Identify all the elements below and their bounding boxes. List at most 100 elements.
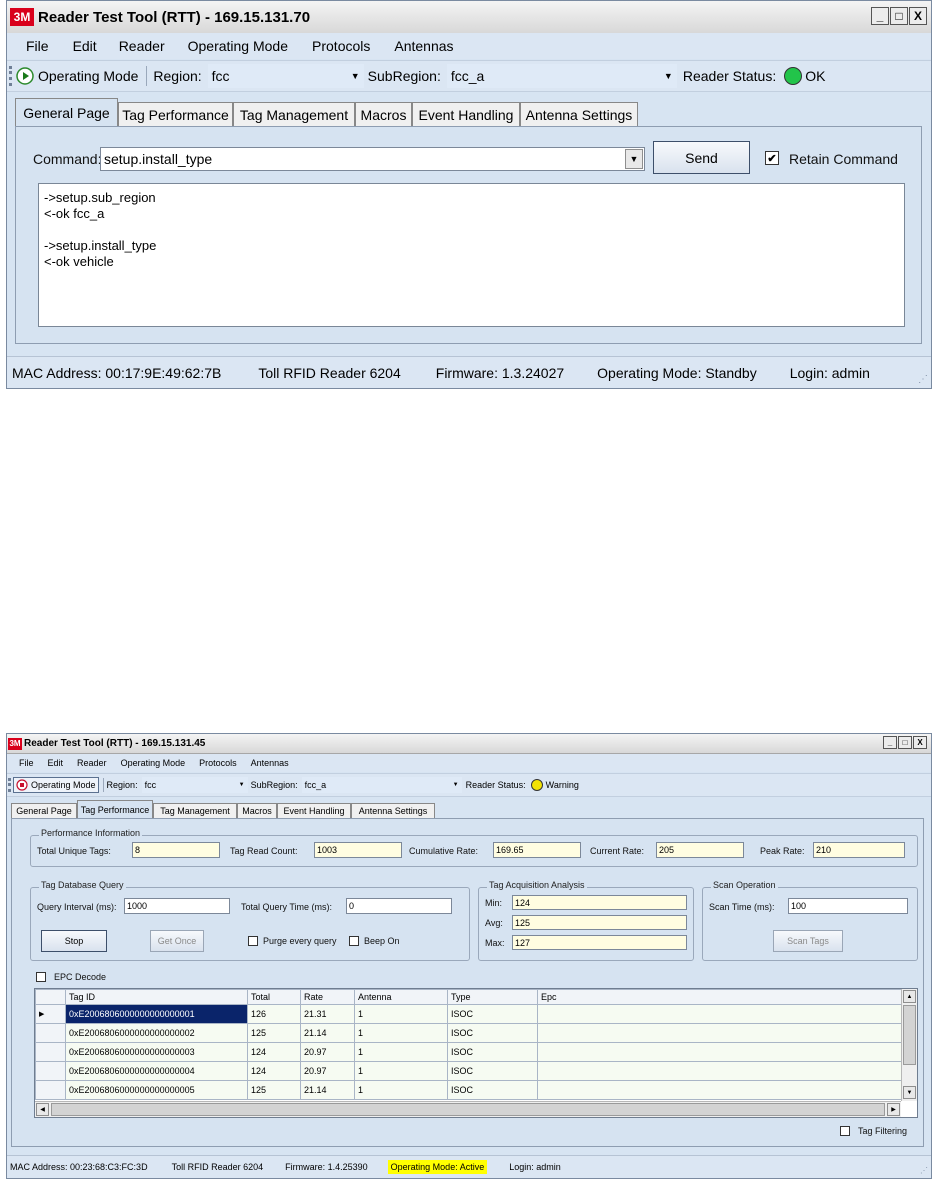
tab-macros[interactable]: Macros: [237, 803, 277, 818]
scroll-thumb[interactable]: [903, 1005, 916, 1065]
table-cell-epc[interactable]: [537, 1061, 902, 1081]
minimize-button[interactable]: _: [883, 736, 897, 749]
row-header[interactable]: [35, 1080, 66, 1100]
table-cell-antenna[interactable]: 1: [354, 1080, 448, 1100]
tab-tag-performance[interactable]: Tag Performance: [118, 102, 233, 126]
menu-protocols[interactable]: Protocols: [312, 38, 370, 54]
scroll-thumb[interactable]: [51, 1103, 885, 1116]
total-unique-tags-field[interactable]: 8: [132, 842, 220, 858]
scroll-down-icon[interactable]: ▼: [903, 1086, 916, 1099]
subregion-dropdown[interactable]: fcc_a ▼: [446, 64, 677, 88]
table-cell-type[interactable]: ISOC: [447, 1004, 538, 1024]
table-cell-antenna[interactable]: 1: [354, 1042, 448, 1062]
tab-antenna-settings[interactable]: Antenna Settings: [351, 803, 435, 818]
table-cell-total[interactable]: 126: [247, 1004, 301, 1024]
table-row[interactable]: ▶ 0xE2006806000000000000001 126 21.31 1 ISOC: [35, 1004, 902, 1024]
menu-reader[interactable]: Reader: [119, 38, 165, 54]
tab-event-handling[interactable]: Event Handling: [412, 102, 520, 126]
epc-decode-checkbox[interactable]: [36, 972, 46, 982]
title-bar[interactable]: 3M Reader Test Tool (RTT) - 169.15.131.4…: [7, 734, 931, 754]
tag-data-grid[interactable]: Tag ID Total Rate Antenna Type Epc ▶ 0xE2…: [34, 988, 918, 1118]
tag-filtering-checkbox[interactable]: [840, 1126, 850, 1136]
table-cell-total[interactable]: 124: [247, 1061, 301, 1081]
table-cell-type[interactable]: ISOC: [447, 1023, 538, 1043]
get-once-button[interactable]: Get Once: [150, 930, 204, 952]
table-cell-id[interactable]: 0xE2006806000000000000005: [65, 1080, 248, 1100]
scan-time-field[interactable]: 100: [788, 898, 908, 914]
table-cell-epc[interactable]: [537, 1004, 902, 1024]
table-cell-epc[interactable]: [537, 1080, 902, 1100]
table-cell-id[interactable]: 0xE2006806000000000000001: [65, 1004, 248, 1024]
retain-command-checkbox[interactable]: ✔: [765, 151, 779, 165]
menu-operating-mode[interactable]: Operating Mode: [121, 758, 186, 768]
beep-on-checkbox[interactable]: [349, 936, 359, 946]
tab-general-page[interactable]: General Page: [11, 803, 77, 818]
table-cell-type[interactable]: ISOC: [447, 1042, 538, 1062]
tab-tag-management[interactable]: Tag Management: [153, 803, 237, 818]
stop-button[interactable]: Stop: [41, 930, 107, 952]
table-cell-type[interactable]: ISOC: [447, 1080, 538, 1100]
table-cell-total[interactable]: 124: [247, 1042, 301, 1062]
menu-reader[interactable]: Reader: [77, 758, 107, 768]
tab-event-handling[interactable]: Event Handling: [277, 803, 351, 818]
row-header[interactable]: [35, 1042, 66, 1062]
column-header-rate[interactable]: Rate: [300, 989, 355, 1005]
scroll-left-icon[interactable]: ◀: [36, 1103, 49, 1116]
row-header[interactable]: [35, 1061, 66, 1081]
table-cell-total[interactable]: 125: [247, 1023, 301, 1043]
table-cell-id[interactable]: 0xE2006806000000000000003: [65, 1042, 248, 1062]
menu-antennas[interactable]: Antennas: [251, 758, 289, 768]
horizontal-scrollbar[interactable]: ◀ ▶: [35, 1101, 901, 1117]
table-row[interactable]: 0xE2006806000000000000005 125 21.14 1 ISOC: [35, 1080, 902, 1100]
close-button[interactable]: X: [913, 736, 927, 749]
menu-edit[interactable]: Edit: [73, 38, 97, 54]
resize-grip-icon[interactable]: ⋰: [918, 374, 928, 385]
column-header-type[interactable]: Type: [447, 989, 538, 1005]
table-cell-rate[interactable]: 20.97: [300, 1042, 355, 1062]
total-query-time-field[interactable]: 0: [346, 898, 452, 914]
vertical-scrollbar[interactable]: ▲ ▼: [901, 989, 917, 1101]
table-cell-antenna[interactable]: 1: [354, 1004, 448, 1024]
maximize-button[interactable]: □: [898, 736, 912, 749]
table-cell-epc[interactable]: [537, 1023, 902, 1043]
operating-mode-button[interactable]: Operating Mode: [16, 67, 138, 85]
table-cell-rate[interactable]: 20.97: [300, 1061, 355, 1081]
purge-every-query-checkbox[interactable]: [248, 936, 258, 946]
command-combo[interactable]: setup.install_type ▼: [100, 147, 645, 171]
scroll-up-icon[interactable]: ▲: [903, 990, 916, 1003]
table-cell-rate[interactable]: 21.14: [300, 1080, 355, 1100]
current-rate-field[interactable]: 205: [656, 842, 744, 858]
column-header-antenna[interactable]: Antenna: [354, 989, 448, 1005]
scroll-right-icon[interactable]: ▶: [887, 1103, 900, 1116]
menu-file[interactable]: File: [26, 38, 49, 54]
table-cell-antenna[interactable]: 1: [354, 1023, 448, 1043]
resize-grip-icon[interactable]: ⋰: [920, 1166, 928, 1175]
tag-read-count-field[interactable]: 1003: [314, 842, 402, 858]
command-output-box[interactable]: ->setup.sub_region <-ok fcc_a ->setup.in…: [38, 183, 905, 327]
menu-antennas[interactable]: Antennas: [394, 38, 453, 54]
menu-protocols[interactable]: Protocols: [199, 758, 237, 768]
toolbar-grip[interactable]: [9, 66, 12, 86]
subregion-dropdown[interactable]: fcc_a ▼: [301, 777, 462, 793]
send-button[interactable]: Send: [653, 141, 750, 174]
query-interval-field[interactable]: 1000: [124, 898, 230, 914]
table-cell-rate[interactable]: 21.31: [300, 1004, 355, 1024]
table-cell-id[interactable]: 0xE2006806000000000000004: [65, 1061, 248, 1081]
tab-tag-management[interactable]: Tag Management: [233, 102, 355, 126]
maximize-button[interactable]: □: [890, 7, 908, 25]
column-header-tag-id[interactable]: Tag ID: [65, 989, 248, 1005]
operating-mode-button[interactable]: Operating Mode: [13, 777, 99, 793]
min-field[interactable]: 124: [512, 895, 687, 910]
minimize-button[interactable]: _: [871, 7, 889, 25]
row-header[interactable]: ▶: [35, 1004, 66, 1024]
table-row[interactable]: 0xE2006806000000000000003 124 20.97 1 ISOC: [35, 1042, 902, 1062]
menu-file[interactable]: File: [19, 758, 34, 768]
tab-antenna-settings[interactable]: Antenna Settings: [520, 102, 638, 126]
table-cell-total[interactable]: 125: [247, 1080, 301, 1100]
region-dropdown[interactable]: fcc ▼: [207, 64, 364, 88]
row-header[interactable]: [35, 1023, 66, 1043]
table-row[interactable]: 0xE2006806000000000000002 125 21.14 1 ISOC: [35, 1023, 902, 1043]
column-header-total[interactable]: Total: [247, 989, 301, 1005]
tab-macros[interactable]: Macros: [355, 102, 412, 126]
toolbar-grip[interactable]: [8, 778, 11, 792]
